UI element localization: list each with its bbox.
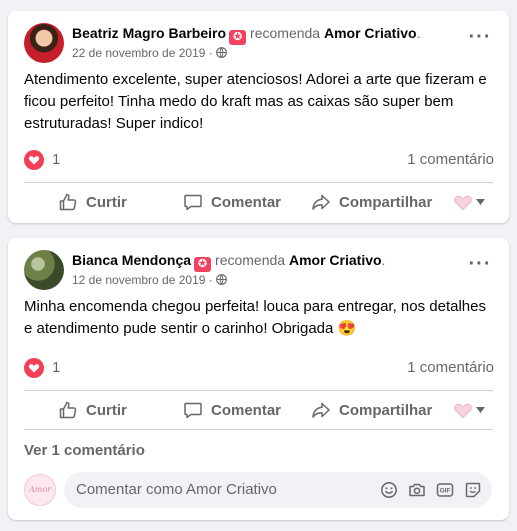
comment-input[interactable]: Comentar como Amor Criativo GIF (64, 472, 492, 508)
view-comments-link[interactable]: Ver 1 comentário (24, 442, 145, 459)
reactions-row: 1 1 comentário (24, 149, 494, 171)
comment-tools: GIF (380, 481, 482, 499)
post-header: Bianca Mendonça ✪ recomenda Amor Criativo.… (24, 250, 494, 290)
post-date[interactable]: 12 de novembro de 2019 (72, 273, 205, 287)
share-label: Compartilhar (339, 401, 433, 419)
like-label: Curtir (86, 401, 127, 419)
thumbs-up-icon (59, 193, 77, 211)
post-text: Atendimento excelente, super atenciosos!… (24, 71, 487, 132)
period: . (416, 25, 421, 41)
comment-label: Comentar (211, 401, 282, 419)
comment-bubble-icon (184, 402, 202, 419)
post-card: Beatriz Magro Barbeiro ✪ recomenda Amor Cr… (8, 11, 509, 223)
recommend-verb: recomenda (250, 25, 321, 41)
like-button[interactable]: Curtir (58, 184, 127, 220)
share-button[interactable]: Compartilhar (311, 392, 432, 428)
action-bar: Curtir Comentar Compartilhar (24, 184, 493, 220)
post-title-line: Beatriz Magro Barbeiro ✪ recomenda Amor Cr… (72, 24, 420, 45)
sticker-icon[interactable] (464, 481, 482, 499)
public-globe-icon (216, 274, 228, 285)
page-name[interactable]: Amor Criativo (324, 25, 417, 41)
share-button[interactable]: Compartilhar (311, 184, 432, 220)
comment-count[interactable]: 1 comentário (407, 359, 494, 376)
divider (24, 390, 493, 391)
share-arrow-icon (312, 402, 330, 418)
comment-button[interactable]: Comentar (183, 392, 281, 428)
post-header: Beatriz Magro Barbeiro ✪ recomenda Amor Cr… (24, 23, 494, 63)
recommend-verb: recomenda (215, 252, 286, 268)
separator-dot: · (205, 46, 217, 60)
emoji-icon[interactable] (380, 481, 398, 499)
svg-text:GIF: GIF (440, 488, 451, 495)
gif-icon[interactable]: GIF (436, 481, 454, 499)
chevron-down-icon (476, 199, 485, 205)
public-globe-icon (216, 47, 228, 58)
separator-dot: · (205, 273, 217, 287)
comment-placeholder: Comentar como Amor Criativo (76, 481, 277, 498)
post-card: Bianca Mendonça ✪ recomenda Amor Criativo.… (8, 238, 509, 520)
recommend-badge-icon: ✪ (229, 30, 247, 45)
thumbs-up-icon (59, 401, 77, 419)
love-reaction-icon (454, 195, 472, 211)
comment-button[interactable]: Comentar (183, 184, 281, 220)
like-label: Curtir (86, 193, 127, 211)
reactions-row: 1 1 comentário (24, 357, 494, 379)
page-avatar[interactable]: Amor (24, 474, 56, 506)
period: . (381, 252, 386, 268)
avatar[interactable] (24, 23, 64, 63)
post-text: Minha encomenda chegou perfeita! louca p… (24, 298, 486, 337)
post-meta: 22 de novembro de 2019 · (72, 45, 228, 61)
author-name[interactable]: Beatriz Magro Barbeiro (72, 25, 226, 41)
chevron-down-icon (476, 407, 485, 413)
like-button[interactable]: Curtir (58, 392, 127, 428)
author-name[interactable]: Bianca Mendonça (72, 252, 191, 268)
post-meta: 12 de novembro de 2019 · (72, 272, 228, 288)
reaction-count[interactable]: 1 (52, 151, 60, 168)
post-date[interactable]: 22 de novembro de 2019 (72, 46, 205, 60)
divider (24, 429, 493, 430)
post-title-line: Bianca Mendonça ✪ recomenda Amor Criativo. (72, 251, 385, 272)
share-label: Compartilhar (339, 193, 433, 211)
page-name[interactable]: Amor Criativo (289, 252, 382, 268)
more-options-icon[interactable]: ··· (466, 27, 494, 57)
love-reaction-icon (454, 403, 472, 419)
more-options-icon[interactable]: ··· (466, 254, 494, 284)
reaction-count[interactable]: 1 (52, 359, 60, 376)
comment-label: Comentar (211, 193, 282, 211)
love-reaction-icon[interactable] (24, 150, 44, 170)
recommend-badge-icon: ✪ (194, 257, 212, 272)
avatar[interactable] (24, 250, 64, 290)
reaction-picker[interactable] (453, 401, 485, 419)
love-reaction-icon[interactable] (24, 358, 44, 378)
action-bar: Curtir Comentar Compartilhar (24, 392, 493, 428)
reaction-picker[interactable] (453, 193, 485, 211)
camera-icon[interactable] (408, 481, 426, 499)
comment-bubble-icon (184, 194, 202, 211)
comment-count[interactable]: 1 comentário (407, 151, 494, 168)
divider (24, 182, 493, 183)
share-arrow-icon (312, 194, 330, 210)
